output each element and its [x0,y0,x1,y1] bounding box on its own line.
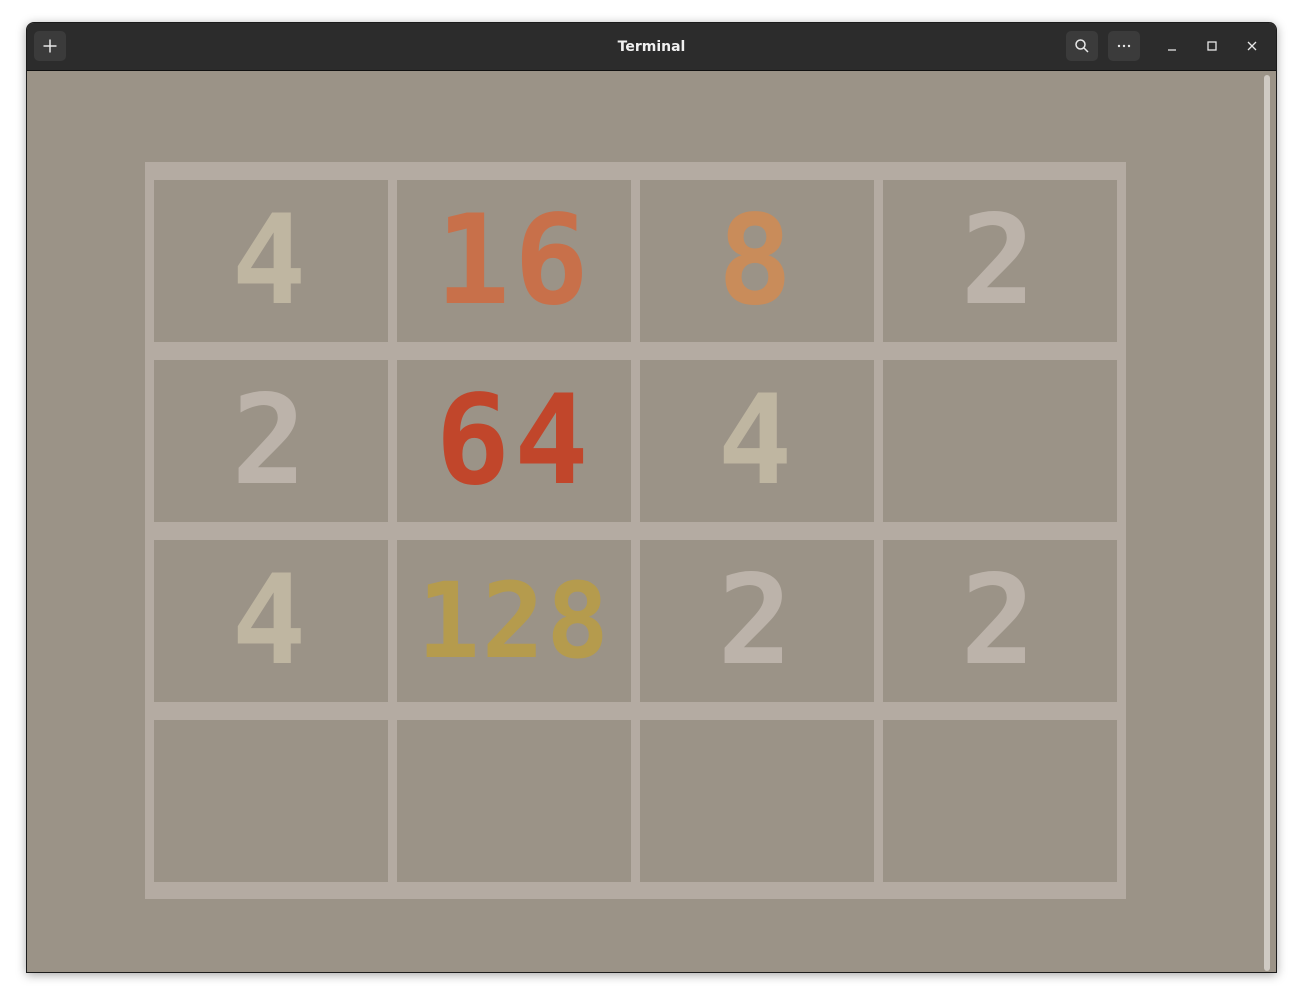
grid-cell: 16 [397,180,631,342]
tile-value: 4 [231,549,311,693]
tile-value: 2 [960,549,1040,693]
tile-value: 2 [960,189,1040,333]
grid-cell [883,360,1117,522]
grid-cell [640,720,874,882]
grid-cell: 128 [397,540,631,702]
ellipsis-icon [1117,44,1131,48]
search-icon [1075,39,1089,53]
grid-cell [397,720,631,882]
grid-cell: 64 [397,360,631,522]
new-tab-button[interactable] [34,31,66,61]
tile-value: 8 [717,189,797,333]
tile-value: 4 [717,369,797,513]
grid-cell [154,720,388,882]
game-board: 4 16 8 2 2 64 4 4 128 2 2 [145,162,1126,899]
maximize-icon [1207,41,1217,51]
close-icon [1247,41,1257,51]
grid-cell: 2 [154,360,388,522]
grid-cell: 2 [883,180,1117,342]
tile-value: 2 [717,549,797,693]
tile-value [397,720,631,882]
terminal-window: Terminal 4 16 8 2 2 64 4 4 128 2 2 [26,22,1277,973]
tile-value: 16 [435,189,593,333]
tile-value: 64 [435,369,593,513]
tile-value [640,720,874,882]
title-bar: Terminal [27,23,1276,71]
grid-cell: 4 [640,360,874,522]
scrollbar[interactable] [1264,75,1270,971]
tile-value: 4 [231,189,311,333]
tile-value [883,720,1117,882]
tile-value [883,360,1117,522]
plus-icon [43,39,57,53]
search-button[interactable] [1066,31,1098,61]
tile-value: 128 [417,560,611,682]
minimize-button[interactable] [1161,35,1183,57]
terminal-content[interactable]: 4 16 8 2 2 64 4 4 128 2 2 [27,71,1276,972]
grid-cell: 2 [883,540,1117,702]
close-button[interactable] [1241,35,1263,57]
tile-value: 2 [231,369,311,513]
grid-cell: 8 [640,180,874,342]
menu-button[interactable] [1108,31,1140,61]
grid-cell [883,720,1117,882]
grid-cell: 4 [154,180,388,342]
minimize-icon [1168,49,1176,51]
maximize-button[interactable] [1201,35,1223,57]
tile-value [154,720,388,882]
grid-cell: 2 [640,540,874,702]
grid-cell: 4 [154,540,388,702]
